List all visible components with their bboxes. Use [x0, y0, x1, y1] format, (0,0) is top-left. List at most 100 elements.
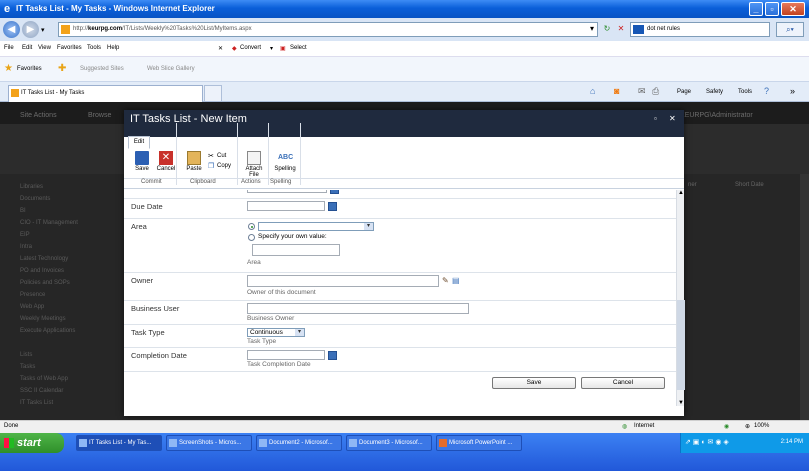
quick-link[interactable]: Tasks of Web App	[20, 376, 68, 382]
quick-link[interactable]: CIO - IT Management	[20, 220, 78, 226]
address-dropdown-icon[interactable]: ▾	[585, 22, 599, 37]
cut-icon[interactable]: ✂	[208, 152, 214, 160]
suggested-sites-link[interactable]: Suggested Sites	[80, 66, 124, 72]
minimize-button[interactable]: _	[749, 2, 763, 16]
user-menu[interactable]: KEURPG\Administrator	[680, 112, 753, 119]
completion-date-input[interactable]	[247, 350, 325, 360]
browse-people-icon[interactable]: ▤	[452, 276, 460, 285]
maximize-dialog-icon[interactable]: ▫	[654, 114, 657, 123]
menu-edit[interactable]: Edit	[22, 45, 32, 51]
ribbon-spelling-button[interactable]: ABC Spelling	[272, 149, 298, 177]
quick-link[interactable]: Intra	[20, 244, 32, 250]
business-user-input[interactable]	[247, 303, 469, 314]
menu-help[interactable]: Help	[107, 45, 119, 51]
owner-people-picker[interactable]	[247, 275, 439, 287]
stop-icon[interactable]: ✕	[614, 22, 628, 37]
menu-view[interactable]: View	[38, 45, 51, 51]
select-button[interactable]: Select	[290, 45, 307, 51]
calendar-icon[interactable]	[328, 202, 337, 211]
quick-link[interactable]: Libraries	[20, 184, 43, 190]
back-button[interactable]: ◀	[3, 21, 20, 38]
maximize-button[interactable]: ▫	[765, 2, 779, 16]
taskbar-button[interactable]: Document3 - Microsof...	[346, 435, 432, 451]
browse-tab[interactable]: Browse	[88, 112, 111, 119]
web-slice-gallery-link[interactable]: Web Slice Gallery	[147, 66, 195, 72]
convert-button[interactable]: Convert	[240, 45, 261, 51]
quick-link[interactable]: Latest Technology	[20, 256, 68, 262]
ribbon-copy[interactable]: Copy	[217, 163, 231, 169]
help-icon[interactable]: ?	[764, 86, 769, 96]
search-icon[interactable]: ⌕▾	[776, 22, 804, 37]
area-choice-radio[interactable]	[248, 223, 255, 230]
area-select[interactable]: ▾	[258, 222, 374, 231]
menu-tools[interactable]: Tools	[87, 45, 101, 51]
save-button[interactable]: Save	[492, 377, 576, 389]
safety-menu[interactable]: Safety	[706, 89, 723, 95]
start-button[interactable]: start	[0, 433, 64, 453]
calendar-icon[interactable]	[330, 190, 339, 194]
quick-link[interactable]: Execute Applications	[20, 328, 75, 334]
quick-link[interactable]: EIP	[20, 232, 30, 238]
scroll-thumb[interactable]	[677, 300, 685, 390]
zoom-level[interactable]: 100%	[754, 423, 769, 429]
area-specify-radio[interactable]	[248, 234, 255, 241]
feeds-icon[interactable]: ◙	[614, 86, 619, 96]
add-favorites-icon[interactable]: ✚	[58, 63, 66, 74]
scroll-down-icon[interactable]: ▼	[678, 400, 684, 406]
taskbar-button[interactable]: IT Tasks List - My Tas...	[76, 435, 162, 451]
zoom-icon[interactable]: ⊕	[745, 423, 750, 430]
recent-pages-dropdown-icon[interactable]: ▾	[41, 26, 45, 34]
taskbar-button[interactable]: Microsoft PowerPoint ...	[436, 435, 522, 451]
convert-dropdown-icon[interactable]: ▾	[270, 45, 273, 52]
new-tab-button[interactable]	[204, 85, 222, 102]
page-menu[interactable]: Page	[677, 89, 691, 95]
page-scrollbar[interactable]	[800, 174, 809, 420]
quick-link[interactable]: SSC II Calendar	[20, 388, 63, 394]
quick-link[interactable]: BI	[20, 208, 26, 214]
quick-link[interactable]: Documents	[20, 196, 50, 202]
close-toolbar-icon[interactable]: ✕	[218, 45, 223, 52]
form-scrollbar[interactable]: ▲ ▼	[676, 190, 685, 406]
scroll-up-icon[interactable]: ▲	[678, 190, 684, 196]
ribbon-attach-file-button[interactable]: Attach File	[241, 149, 267, 178]
search-input[interactable]: dot net rules	[630, 22, 770, 37]
tab-it-tasks[interactable]: IT Tasks List - My Tasks	[8, 85, 203, 102]
favorites-button[interactable]: Favorites	[17, 66, 42, 72]
ribbon-cut[interactable]: Cut	[217, 153, 226, 159]
spelling-icon: ABC	[278, 154, 294, 161]
mail-icon[interactable]: ✉	[638, 86, 646, 97]
tools-menu[interactable]: Tools	[738, 89, 752, 95]
area-specify-input[interactable]	[252, 244, 340, 256]
taskbar-button[interactable]: ScreenShots - Micros...	[166, 435, 252, 451]
quick-link[interactable]: Lists	[20, 352, 32, 358]
previous-field-input[interactable]	[247, 190, 327, 193]
copy-icon[interactable]: ❐	[208, 162, 214, 170]
quick-link[interactable]: Presence	[20, 292, 45, 298]
tray-icons[interactable]: ⇗ ▣ ◐ ✉ ◉ ◈	[685, 438, 729, 446]
taskbar-button[interactable]: Document2 - Microsof...	[256, 435, 342, 451]
site-actions-menu[interactable]: Site Actions	[20, 112, 57, 119]
refresh-icon[interactable]: ↻	[600, 22, 614, 37]
cancel-button[interactable]: Cancel	[581, 377, 665, 389]
chevron-more-icon[interactable]: »	[790, 86, 795, 96]
due-date-input[interactable]	[247, 201, 325, 211]
forward-button[interactable]: ▶	[22, 21, 39, 38]
close-dialog-icon[interactable]: ✕	[669, 114, 676, 123]
quick-link[interactable]: Policies and SOPs	[20, 280, 70, 286]
menu-favorites[interactable]: Favorites	[57, 45, 82, 51]
tab-edit[interactable]: Edit	[128, 136, 150, 149]
address-input[interactable]: http://keurpg.com/IT/Lists/Weekly%20Task…	[58, 22, 598, 37]
quick-link[interactable]: PO and Invoices	[20, 268, 64, 274]
ribbon-paste-button[interactable]: Paste	[180, 149, 208, 177]
quick-link[interactable]: Web App	[20, 304, 44, 310]
check-names-icon[interactable]: ✎	[442, 276, 449, 285]
print-icon[interactable]: ⎙	[652, 86, 659, 97]
menu-file[interactable]: File	[4, 45, 14, 51]
quick-link[interactable]: Tasks	[20, 364, 35, 370]
quick-link[interactable]: Weekly Meetings	[20, 316, 66, 322]
close-window-button[interactable]: ✕	[781, 2, 805, 16]
calendar-icon[interactable]	[328, 351, 337, 360]
home-icon[interactable]: ⌂	[590, 86, 595, 96]
quick-link[interactable]: IT Tasks List	[20, 400, 53, 406]
task-type-select[interactable]: Continuous ▾	[247, 328, 305, 337]
